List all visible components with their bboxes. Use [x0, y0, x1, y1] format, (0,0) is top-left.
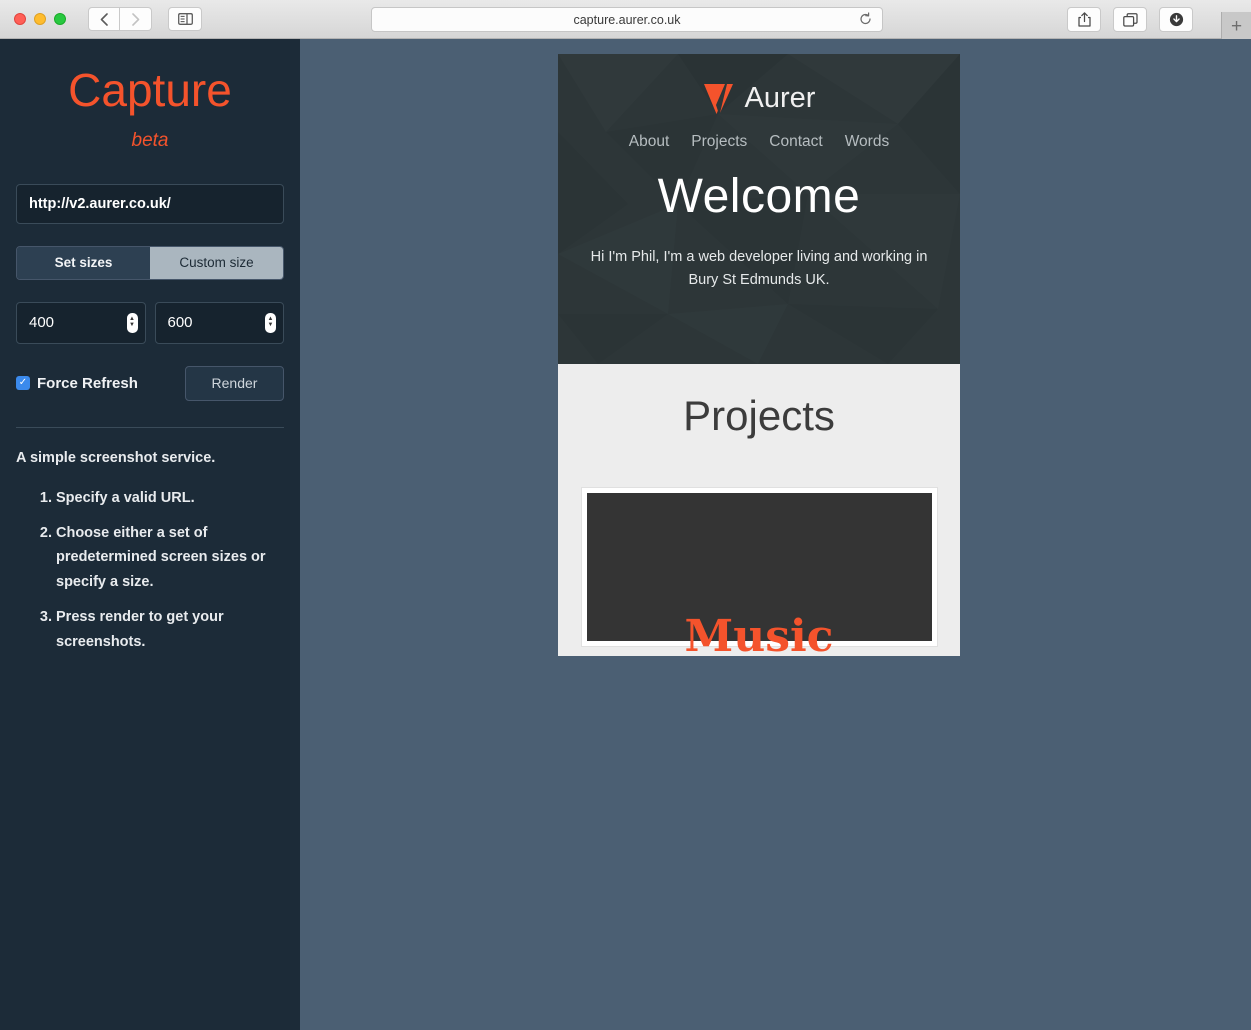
screenshot-preview[interactable]: Aurer About Projects Contact Words Welco… [558, 54, 960, 656]
workspace: Aurer About Projects Contact Words Welco… [300, 39, 1251, 1030]
address-bar-text: capture.aurer.co.uk [573, 12, 681, 27]
share-button[interactable] [1067, 7, 1101, 32]
share-icon [1077, 12, 1091, 27]
show-tabs-button[interactable] [1113, 7, 1147, 32]
preview-site-nav: About Projects Contact Words [558, 133, 960, 151]
height-input[interactable]: 600 ▲ ▼ [154, 301, 284, 344]
sidebar-divider [16, 426, 284, 428]
height-stepper[interactable]: ▲ ▼ [265, 312, 276, 333]
force-refresh-label: Force Refresh [37, 374, 138, 392]
nav-link-contact[interactable]: Contact [769, 133, 822, 151]
force-refresh-control[interactable]: ✓ Force Refresh [16, 375, 138, 392]
size-mode-tabs: Set sizes Custom size [16, 245, 284, 280]
list-item: Choose either a set of predetermined scr… [56, 521, 284, 596]
window-controls [14, 13, 66, 25]
list-item: Specify a valid URL. [56, 486, 284, 511]
project-card-thumbnail: Music [586, 493, 932, 656]
aurer-triangle-logo-icon [703, 83, 733, 114]
force-refresh-checkbox[interactable]: ✓ [16, 376, 30, 391]
sidebar-toggle-button[interactable] [168, 7, 202, 31]
nav-link-about[interactable]: About [629, 133, 670, 151]
chevron-right-icon [131, 12, 139, 26]
preview-headline: Welcome [657, 170, 861, 223]
address-bar[interactable]: capture.aurer.co.uk [371, 7, 883, 32]
site-logo-row: Aurer [558, 82, 960, 115]
stepper-up-icon: ▲ [129, 316, 135, 323]
preview-intro-text: Hi I'm Phil, I'm a web developer living … [590, 249, 928, 289]
back-button[interactable] [88, 7, 120, 31]
stepper-up-icon: ▲ [267, 316, 274, 323]
nav-link-projects[interactable]: Projects [691, 133, 747, 151]
project-card[interactable]: Music [580, 487, 938, 656]
tab-custom-size[interactable]: Custom size [150, 246, 283, 279]
width-input-value: 400 [29, 314, 55, 332]
instructions-list: Specify a valid URL. Choose either a set… [16, 486, 284, 656]
close-window-button[interactable] [14, 13, 26, 25]
downloads-icon [1169, 12, 1183, 27]
nav-link-words[interactable]: Words [845, 133, 890, 151]
tab-set-sizes-label: Set sizes [54, 255, 113, 271]
stepper-down-icon: ▼ [267, 322, 274, 329]
stepper-down-icon: ▼ [129, 322, 135, 329]
minimize-window-button[interactable] [34, 13, 46, 25]
preview-projects-title: Projects [683, 392, 835, 439]
show-tabs-icon [1122, 12, 1138, 27]
render-button-label: Render [211, 375, 258, 392]
beta-badge: beta [131, 129, 169, 151]
navigation-buttons [88, 7, 152, 31]
preview-hero: Aurer About Projects Contact Words Welco… [558, 54, 960, 364]
service-description: A simple screenshot service. [16, 449, 216, 466]
url-input[interactable]: http://v2.aurer.co.uk/ [16, 183, 284, 224]
width-stepper[interactable]: ▲ ▼ [126, 312, 138, 333]
options-row: ✓ Force Refresh Render [16, 365, 284, 401]
sidebar-toggle-icon [177, 13, 193, 25]
check-icon: ✓ [18, 377, 28, 389]
downloads-button[interactable] [1159, 7, 1193, 32]
preview-projects-section: Projects Music [558, 364, 960, 656]
height-input-value: 600 [167, 314, 193, 332]
size-fields: 400 ▲ ▼ 600 ▲ ▼ [16, 301, 284, 344]
project-card-label: Music [684, 611, 834, 657]
browser-toolbar: capture.aurer.co.uk + [0, 0, 1251, 42]
tab-set-sizes[interactable]: Set sizes [17, 246, 150, 279]
page-body: Capture beta http://v2.aurer.co.uk/ Set … [0, 39, 1251, 1030]
new-tab-label: + [1230, 16, 1243, 37]
render-button[interactable]: Render [185, 365, 284, 401]
site-name: Aurer [744, 82, 816, 114]
app-title: Capture [68, 64, 232, 116]
maximize-window-button[interactable] [54, 13, 66, 25]
forward-button[interactable] [120, 7, 152, 31]
tab-custom-size-label: Custom size [179, 255, 254, 271]
width-input[interactable]: 400 ▲ ▼ [16, 301, 146, 344]
list-item: Press render to get your screenshots. [56, 605, 284, 655]
toolbar-right-group [1067, 7, 1193, 32]
capture-sidebar: Capture beta http://v2.aurer.co.uk/ Set … [0, 39, 300, 1030]
url-input-value: http://v2.aurer.co.uk/ [29, 195, 171, 212]
reload-icon[interactable] [859, 11, 872, 27]
chevron-left-icon [100, 12, 108, 26]
new-tab-button[interactable]: + [1221, 12, 1251, 42]
